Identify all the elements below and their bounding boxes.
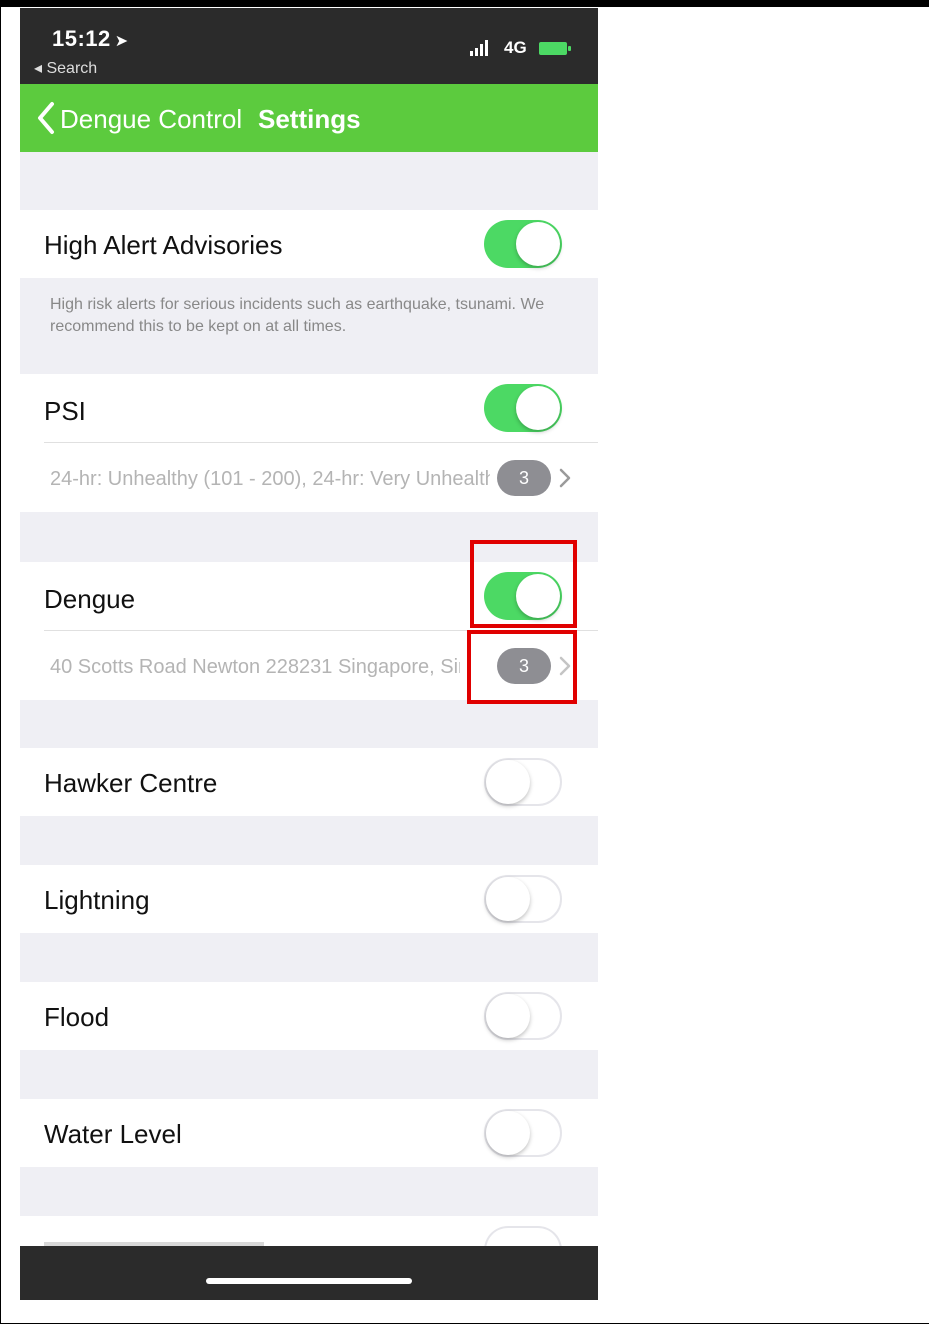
- back-to-search-link[interactable]: ◂ Search: [34, 58, 97, 78]
- setting-row-high-alert: High Alert Advisories: [20, 210, 598, 278]
- toggle-psi[interactable]: [484, 384, 562, 432]
- setting-label-water-level: Water Level: [44, 1119, 182, 1149]
- highlight-box-dengue-toggle: [470, 540, 577, 628]
- setting-row-water-level: Water Level: [20, 1099, 598, 1167]
- setting-label-hawker-centre: Hawker Centre: [44, 768, 218, 798]
- toggle-knob: [516, 386, 560, 430]
- home-indicator[interactable]: [206, 1278, 412, 1284]
- psi-detail-text[interactable]: 24-hr: Unhealthy (101 - 200), 24-hr: Ver…: [50, 468, 490, 491]
- highlight-box-dengue-badge: [467, 630, 577, 704]
- dengue-location-text[interactable]: 40 Scotts Road Newton 228231 Singapore, …: [50, 656, 460, 679]
- setting-row-hawker-centre: Hawker Centre: [20, 748, 598, 816]
- toggle-hawker-centre[interactable]: [484, 758, 562, 806]
- chevron-left-icon[interactable]: [34, 100, 58, 136]
- toggle-knob: [486, 877, 530, 921]
- high-alert-description: High risk alerts for serious incidents s…: [50, 296, 545, 335]
- home-indicator-area: [20, 1246, 598, 1300]
- setting-label-high-alert: High Alert Advisories: [44, 230, 283, 260]
- toggle-flood[interactable]: [484, 992, 562, 1040]
- toggle-knob: [516, 222, 560, 266]
- toggle-knob: [486, 994, 530, 1038]
- setting-row-lightning: Lightning: [20, 865, 598, 933]
- location-arrow-icon: ➤: [114, 33, 129, 50]
- battery-icon: [539, 42, 571, 55]
- toggle-water-level[interactable]: [484, 1109, 562, 1157]
- setting-group-psi: PSI 24-hr: Unhealthy (101 - 200), 24-hr:…: [20, 374, 598, 512]
- status-time-text: 15:12: [52, 26, 111, 51]
- status-bar: 15:12 ➤ ◂ Search 4G: [20, 8, 598, 84]
- setting-label-psi: PSI: [44, 396, 86, 426]
- setting-label-lightning: Lightning: [44, 885, 150, 915]
- toggle-knob: [486, 1111, 530, 1155]
- status-time: 15:12 ➤: [52, 26, 129, 52]
- row-divider: [44, 442, 598, 443]
- setting-label-dengue: Dengue: [44, 584, 136, 614]
- setting-label-flood: Flood: [44, 1002, 110, 1032]
- setting-row-partial: [20, 1216, 598, 1254]
- toggle-high-alert[interactable]: [484, 220, 562, 268]
- psi-count-badge: 3: [497, 460, 551, 496]
- page-title: Settings: [258, 104, 361, 134]
- signal-strength-icon: [470, 40, 488, 56]
- nav-back-button[interactable]: Dengue Control: [60, 104, 242, 135]
- chevron-right-icon[interactable]: [558, 467, 572, 489]
- toggle-knob: [486, 760, 530, 804]
- toggle-lightning[interactable]: [484, 875, 562, 923]
- navigation-bar: Dengue Control Settings: [20, 84, 598, 152]
- network-type: 4G: [504, 38, 527, 57]
- setting-row-flood: Flood: [20, 982, 598, 1050]
